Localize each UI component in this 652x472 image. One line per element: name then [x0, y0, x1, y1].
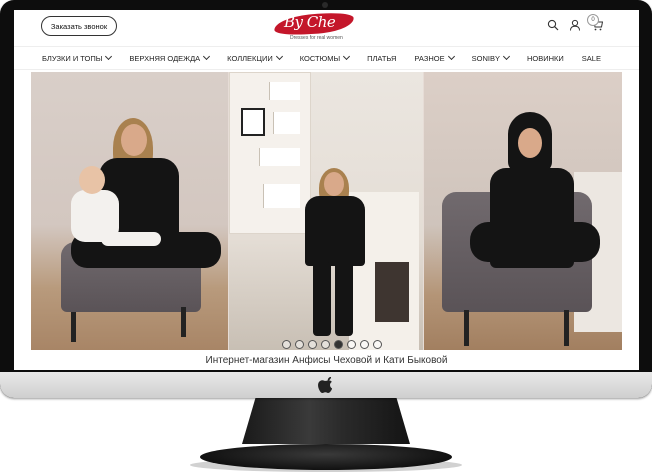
website-screen: Заказать звонок By Che Dresses for real …	[14, 10, 639, 370]
chevron-down-icon	[502, 52, 511, 61]
slider-dot[interactable]	[282, 340, 291, 349]
nav-item-3[interactable]: КОСТЮМЫ	[299, 52, 351, 63]
chevron-down-icon	[275, 52, 283, 61]
nav-item-label: РАЗНОЕ	[414, 53, 445, 63]
hero-slider[interactable]	[31, 72, 622, 350]
nav-item-6[interactable]: SONIBY	[471, 52, 511, 63]
request-call-button[interactable]: Заказать звонок	[41, 16, 117, 36]
slider-dot[interactable]	[360, 340, 369, 349]
chevron-down-icon	[343, 52, 351, 61]
nav-item-label: КОСТЮМЫ	[299, 53, 341, 63]
slider-pagination	[282, 340, 382, 349]
nav-item-label: ПЛАТЬЯ	[367, 53, 397, 63]
nav-item-label: БЛУЗКИ И ТОПЫ	[42, 53, 103, 63]
nav-item-label: НОВИНКИ	[526, 53, 564, 63]
user-icon[interactable]	[569, 18, 581, 31]
monitor-frame: Заказать звонок By Che Dresses for real …	[0, 0, 652, 398]
site-logo[interactable]: By Che Dresses for real women	[264, 10, 364, 44]
nav-item-8[interactable]: SALE	[582, 54, 601, 63]
slider-dot[interactable]	[295, 340, 304, 349]
chevron-down-icon	[105, 52, 113, 61]
chevron-down-icon	[447, 52, 455, 61]
chevron-down-icon	[203, 52, 211, 61]
slider-dot[interactable]	[334, 340, 343, 349]
nav-item-label: SALE	[581, 53, 601, 63]
nav-item-1[interactable]: ВЕРХНЯЯ ОДЕЖДА	[129, 52, 211, 63]
camera-icon	[322, 2, 328, 8]
slide-photo-standing	[229, 72, 423, 350]
nav-item-label: КОЛЛЕКЦИИ	[227, 53, 273, 63]
nav-item-5[interactable]: РАЗНОЕ	[414, 52, 455, 63]
main-nav: БЛУЗКИ И ТОПЫ ВЕРХНЯЯ ОДЕЖДА КОЛЛЕКЦИИ КОСТ…	[14, 46, 639, 70]
logo-text: By Che	[284, 13, 336, 31]
nav-item-label: SONIBY	[471, 53, 500, 63]
site-header: Заказать звонок By Che Dresses for real …	[14, 10, 639, 46]
apple-logo-icon	[318, 376, 333, 393]
slider-dot[interactable]	[321, 340, 330, 349]
nav-item-7[interactable]: НОВИНКИ	[527, 54, 564, 63]
nav-item-0[interactable]: БЛУЗКИ И ТОПЫ	[42, 52, 113, 63]
slider-dot[interactable]	[308, 340, 317, 349]
monitor-chin	[0, 372, 652, 398]
search-icon[interactable]	[547, 18, 559, 31]
cart-count-badge: 0	[587, 14, 599, 26]
slide-photo-mother-child	[31, 72, 228, 350]
nav-item-2[interactable]: КОЛЛЕКЦИИ	[227, 52, 283, 63]
monitor-stand-base	[200, 444, 452, 470]
monitor-stand-neck	[242, 398, 410, 444]
slider-dot[interactable]	[347, 340, 356, 349]
hero-caption: Интернет-магазин Анфисы Чеховой и Кати Б…	[31, 350, 622, 370]
logo-tagline: Dresses for real women	[290, 35, 343, 41]
nav-item-4[interactable]: ПЛАТЬЯ	[367, 54, 396, 63]
slider-dot[interactable]	[373, 340, 382, 349]
nav-item-label: ВЕРХНЯЯ ОДЕЖДА	[129, 53, 201, 63]
slide-photo-hoodie	[424, 72, 622, 350]
